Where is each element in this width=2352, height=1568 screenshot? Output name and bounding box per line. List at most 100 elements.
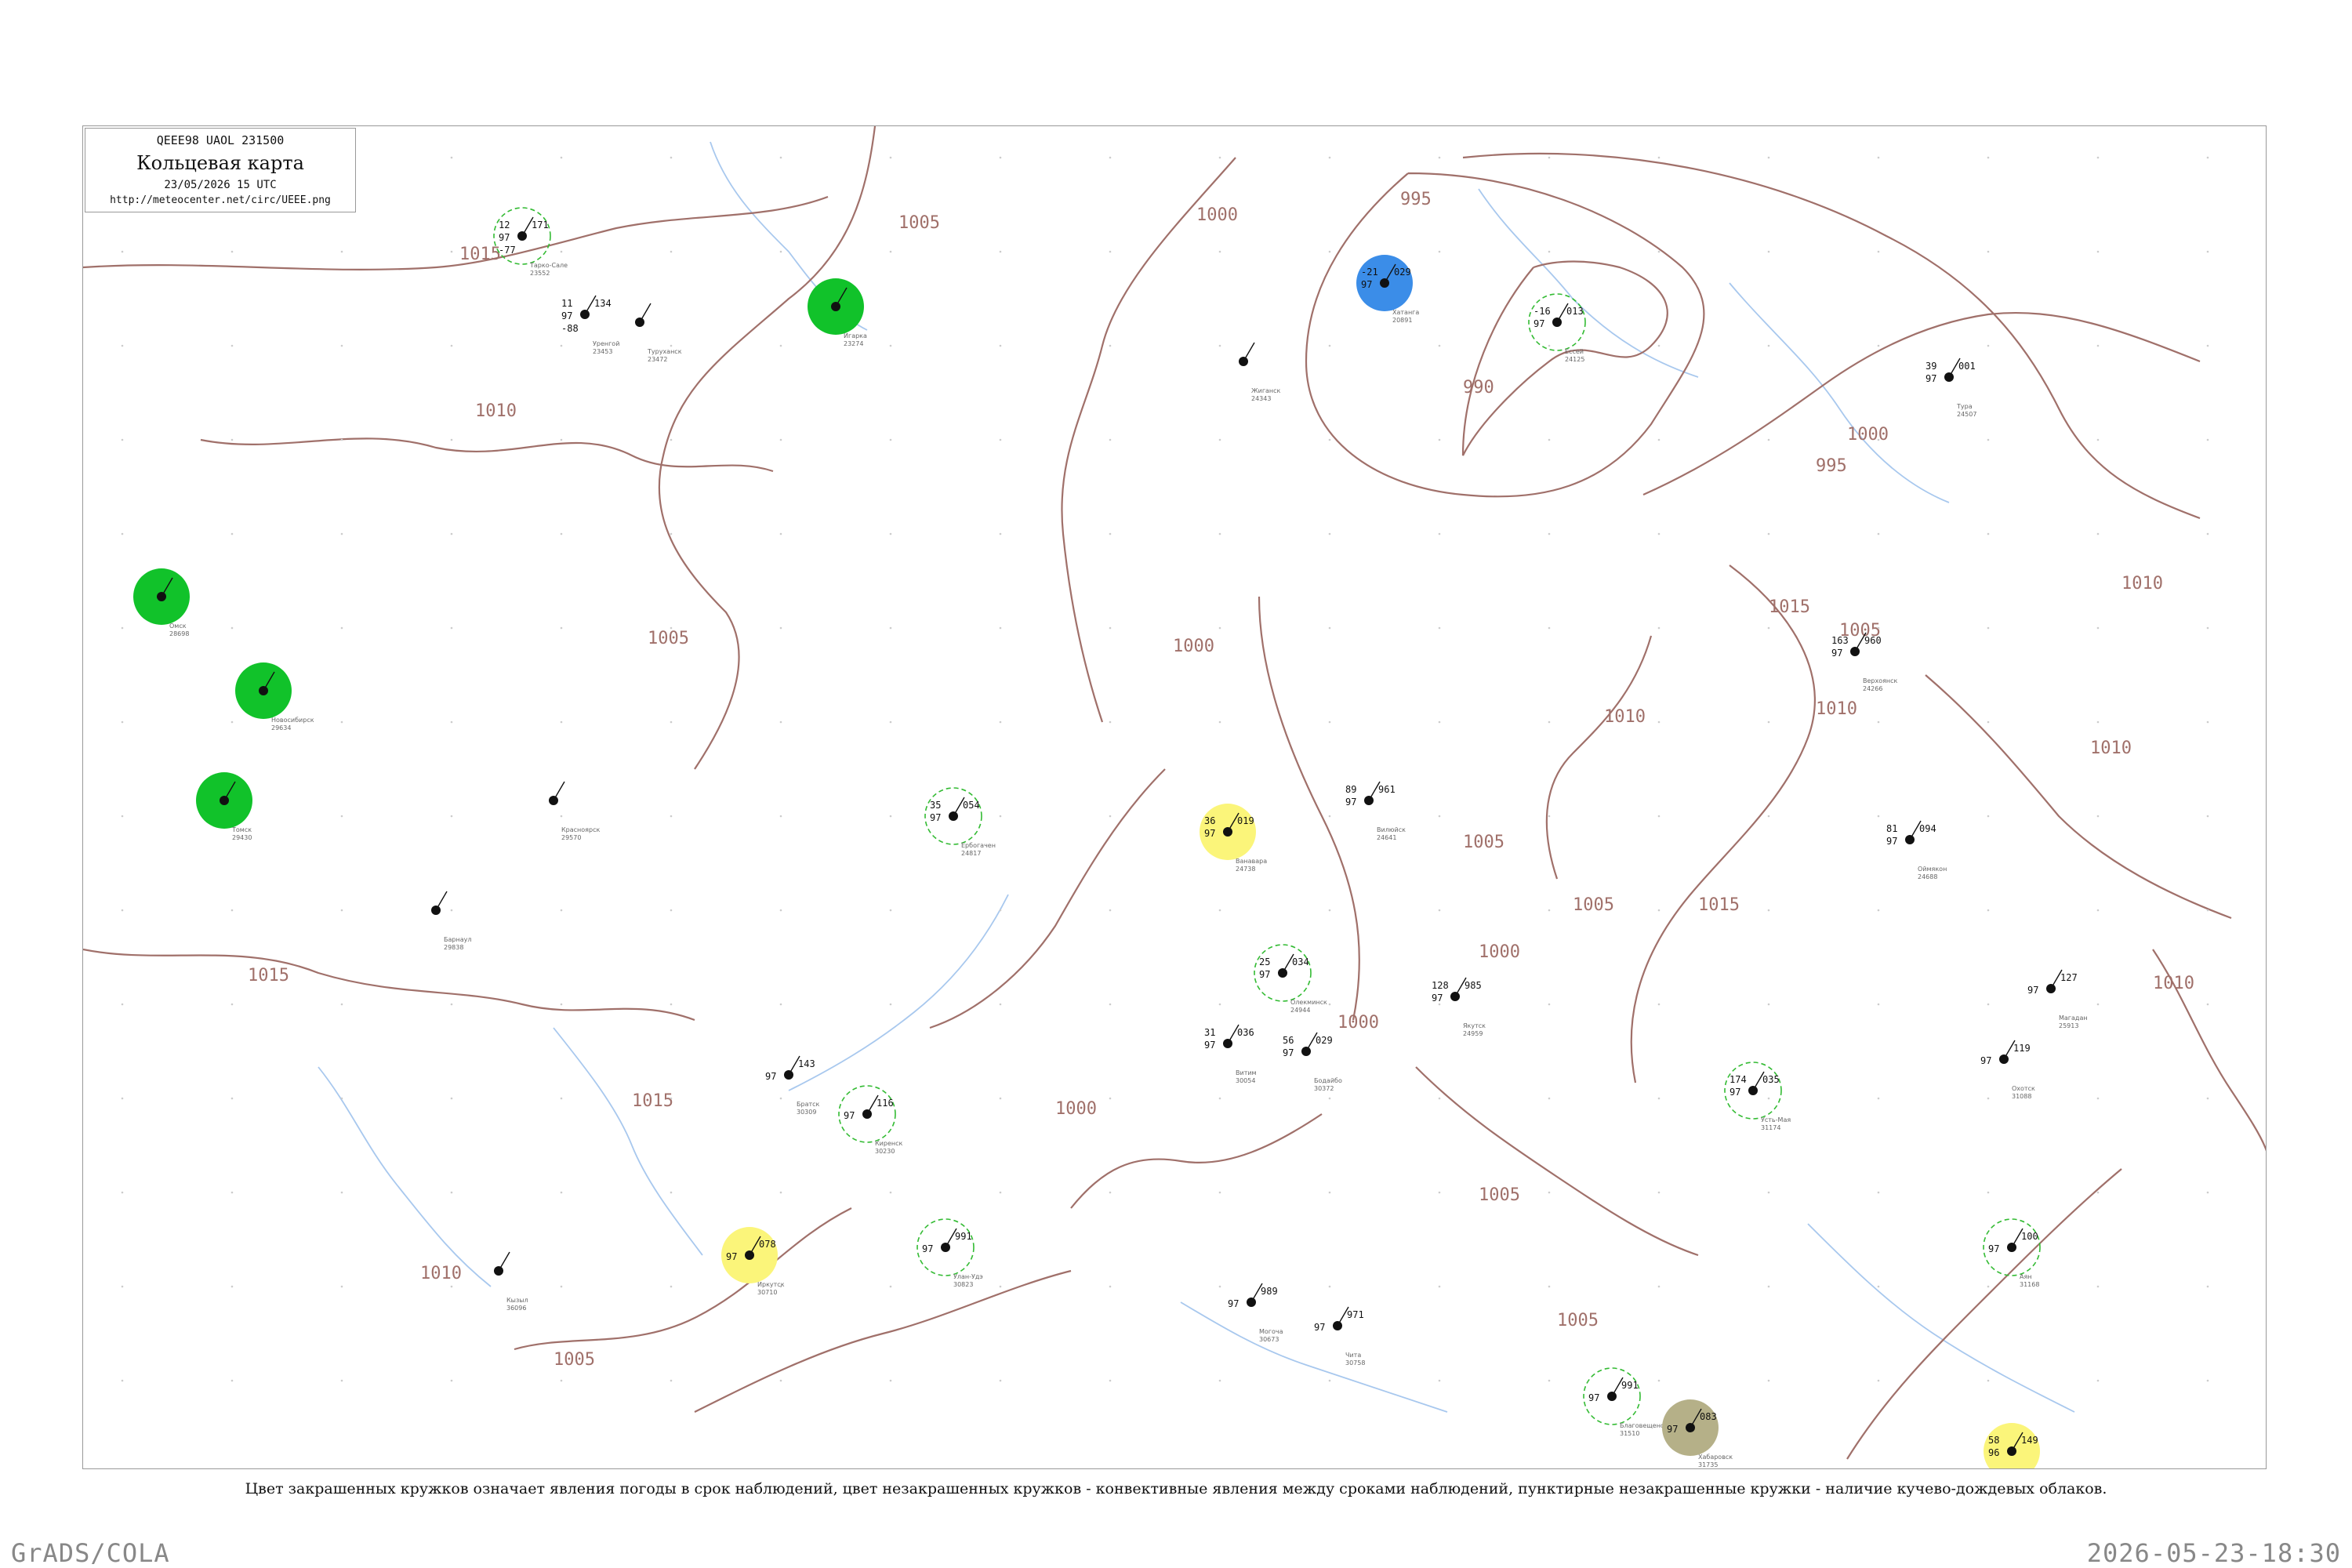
grid-dot xyxy=(1767,720,1770,724)
source-url[interactable]: http://meteocenter.net/circ/UEEE.png xyxy=(85,194,355,206)
grid-dot xyxy=(1877,909,1880,912)
station-name: Бодайбо xyxy=(1314,1077,1342,1084)
station-name: Магадан xyxy=(2059,1014,2088,1022)
station-temperature: 31 xyxy=(1204,1027,1215,1038)
station-pressure: 961 xyxy=(1378,784,1396,795)
grid-dot xyxy=(889,815,892,818)
grid-dot xyxy=(560,438,563,441)
grid-dot xyxy=(1877,1003,1880,1006)
station-st19: 97 991 Улан-Удэ30823 xyxy=(916,1218,983,1288)
isobar-label: 1005 xyxy=(1463,833,1504,852)
grid-dot xyxy=(1438,250,1441,253)
grid-dot xyxy=(1328,1191,1331,1194)
station-visibility: 97 xyxy=(1980,1055,1991,1066)
station-index: 30054 xyxy=(1236,1077,1255,1084)
grid-dot xyxy=(560,1003,563,1006)
station-index: 23552 xyxy=(530,270,550,277)
grid-dot xyxy=(1548,815,1551,818)
grid-dot xyxy=(1877,438,1880,441)
station-dewpoint: -88 xyxy=(561,323,579,334)
station-pressure: 127 xyxy=(2060,972,2078,983)
grid-dot xyxy=(340,1097,343,1100)
grid-dot xyxy=(1767,1003,1770,1006)
station-st35: Красноярск29570 xyxy=(549,781,600,841)
grid-dot xyxy=(450,344,453,347)
grid-dot xyxy=(560,626,563,630)
grid-dot xyxy=(1657,1285,1661,1288)
river-line xyxy=(1180,1301,1448,1413)
grid-dot xyxy=(450,1097,453,1100)
grid-dot xyxy=(2206,1003,2209,1006)
isobar-label-layer: 101510101005 1000995990995100010051010101… xyxy=(248,190,2194,1370)
isobar-label: 1015 xyxy=(248,966,289,985)
grid-dot xyxy=(1328,156,1331,159)
grid-dot xyxy=(1548,250,1551,253)
grid-dot xyxy=(999,438,1002,441)
grid-dot xyxy=(1767,1285,1770,1288)
grid-dot xyxy=(560,1191,563,1194)
grid-dot xyxy=(560,1097,563,1100)
station-pressure: 100 xyxy=(2021,1231,2038,1242)
station-name: Улан-Удэ xyxy=(953,1273,983,1280)
station-pressure: 143 xyxy=(798,1058,815,1069)
grid-dot xyxy=(2096,438,2100,441)
grid-dot xyxy=(1657,250,1661,253)
grid-dot xyxy=(670,1379,673,1382)
grid-dot xyxy=(121,626,124,630)
station-index: 31510 xyxy=(1620,1430,1639,1437)
grid-dot xyxy=(1328,815,1331,818)
grid-dot xyxy=(2206,1379,2209,1382)
grid-dot xyxy=(2096,720,2100,724)
station-name: Кызыл xyxy=(506,1297,528,1304)
station-st14: 31 97 036 Витим30054 xyxy=(1204,1024,1257,1084)
grid-dot xyxy=(1328,532,1331,535)
grid-dot xyxy=(450,250,453,253)
grid-dot xyxy=(2206,1097,2209,1100)
grid-dot xyxy=(2096,250,2100,253)
grid-dot xyxy=(450,720,453,724)
grid-dot xyxy=(1877,250,1880,253)
isobar-label: 1005 xyxy=(554,1350,595,1370)
station-index: 24507 xyxy=(1957,411,1976,418)
station-pressure: 013 xyxy=(1566,306,1584,317)
grid-dot xyxy=(1109,250,1112,253)
station-index: 20891 xyxy=(1392,317,1412,324)
grid-dot xyxy=(2206,344,2209,347)
station-pressure: 029 xyxy=(1394,267,1411,278)
station-name: Барнаул xyxy=(444,936,471,943)
station-pressure: 149 xyxy=(2021,1435,2038,1446)
station-pressure: 036 xyxy=(1237,1027,1254,1038)
grid-dot xyxy=(2206,156,2209,159)
isobar-label: 1005 xyxy=(1573,895,1614,915)
grid-dot xyxy=(340,438,343,441)
wind-barb-icon xyxy=(553,781,565,801)
station-temperature: 89 xyxy=(1345,784,1356,795)
grid-dot xyxy=(121,1285,124,1288)
station-visibility: 97 xyxy=(1831,648,1842,659)
station-index: 36096 xyxy=(506,1305,526,1312)
grid-dot xyxy=(340,1285,343,1288)
grid-dot xyxy=(1548,438,1551,441)
grid-dot xyxy=(121,532,124,535)
station-visibility: 97 xyxy=(844,1110,855,1121)
station-temperature: 163 xyxy=(1831,635,1849,646)
station-temperature: 39 xyxy=(1926,361,1936,372)
station-name: Уренгой xyxy=(593,340,619,347)
isobar-line xyxy=(1258,596,1360,1021)
grid-dot xyxy=(1767,1191,1770,1194)
grid-dot xyxy=(1987,1003,1990,1006)
station-index: 24959 xyxy=(1463,1030,1483,1037)
isobar-label: 995 xyxy=(1400,190,1432,209)
grid-dot xyxy=(670,250,673,253)
station-st3: Туруханск23472 xyxy=(635,303,682,363)
station-index: 31735 xyxy=(1698,1461,1718,1468)
isobar-layer xyxy=(83,126,2266,1460)
grid-dot xyxy=(1328,1285,1331,1288)
station-name: Охотск xyxy=(2012,1085,2035,1092)
grid-dot xyxy=(230,438,234,441)
grid-dot xyxy=(670,438,673,441)
station-visibility: 97 xyxy=(499,232,510,243)
station-name: Туруханск xyxy=(647,348,682,355)
grid-dot xyxy=(2206,1285,2209,1288)
station-index: 29838 xyxy=(444,944,463,951)
